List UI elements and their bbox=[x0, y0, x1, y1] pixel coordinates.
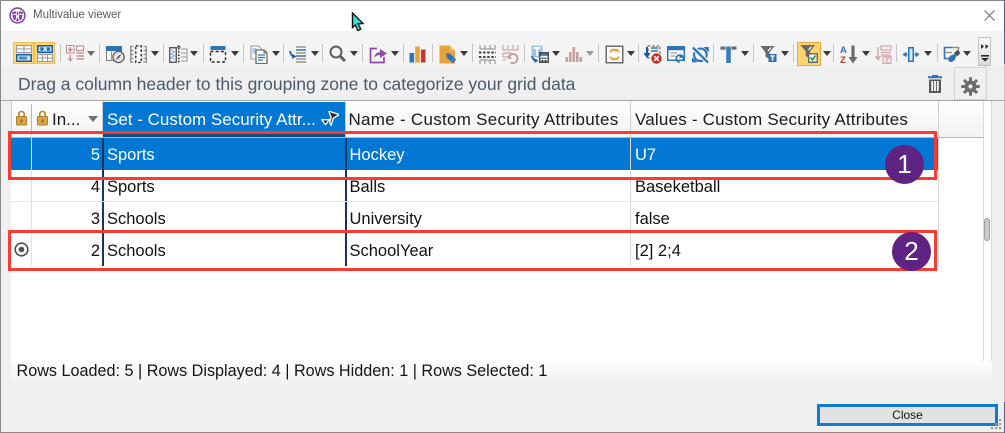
svg-text:Z: Z bbox=[840, 55, 846, 64]
